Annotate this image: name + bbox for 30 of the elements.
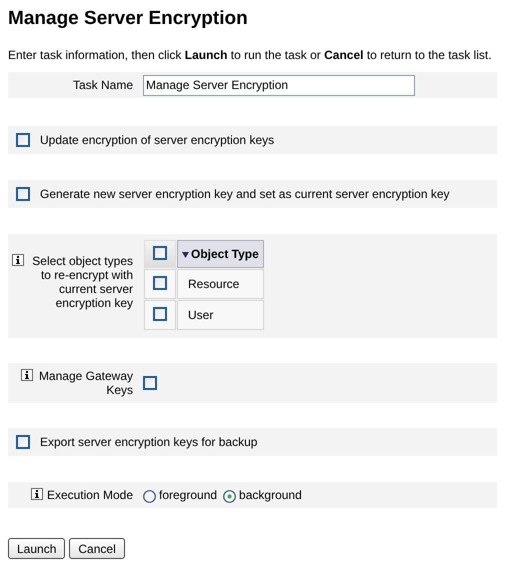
info-icon[interactable] [21,369,33,381]
table-cell: Resource [177,269,264,299]
action-button[interactable]: Cancel [69,538,125,559]
field-label: Execution Mode [46,488,133,502]
checkbox[interactable] [16,133,30,147]
table-cell: User [177,300,264,330]
checkbox-label: Generate new server encryption key and set as current server encryption key [40,187,450,201]
checkbox[interactable] [16,187,30,201]
radio-button[interactable] [223,490,236,503]
field-label: Task Name [72,78,133,92]
instructions-text: Enter task information, then click Launch to run the task or Cancel to return to the task list. [8,48,493,62]
field-label: Select object types to re-encrypt with current server encryption key [31,254,133,310]
field-label: Manage Gateway Keys [38,369,133,397]
column-header[interactable]: Object Type [177,240,264,268]
radio-label: background [239,488,302,502]
info-icon[interactable] [12,254,24,266]
input-field[interactable]: Manage Server Encryption [143,74,415,96]
checkbox-label: Update encryption of server encryption keys [40,133,274,147]
checkbox[interactable] [16,435,30,449]
radio-button[interactable] [143,490,156,503]
checkbox[interactable] [153,276,167,290]
radio-label: foreground [159,488,218,502]
sort-icon [182,252,189,258]
checkbox-label: Export server encryption keys for backup [40,435,258,449]
info-icon[interactable] [30,488,43,500]
checkbox[interactable] [153,306,167,320]
action-button[interactable]: Launch [8,538,66,559]
checkbox[interactable] [143,376,157,390]
page-title: Manage Server Encryption [8,8,249,30]
checkbox[interactable] [153,246,167,260]
